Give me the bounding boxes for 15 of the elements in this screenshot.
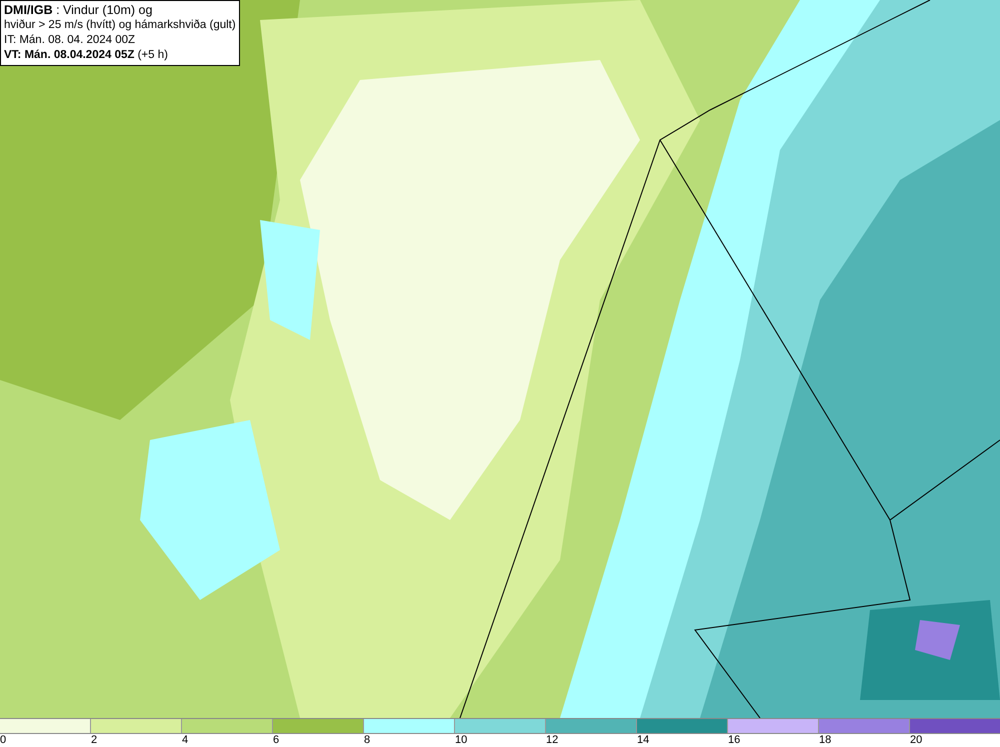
legend-label: 16 bbox=[728, 734, 740, 747]
legend-label: 0 bbox=[0, 734, 6, 747]
legend-label: 2 bbox=[91, 734, 98, 747]
legend-label: 12 bbox=[546, 734, 558, 747]
header-line: IT: Mán. 08. 04. 2024 00Z bbox=[4, 33, 136, 48]
header-line: DMI/IGB : Vindur (10m) og bbox=[4, 3, 154, 18]
legend-label: 10 bbox=[455, 734, 468, 747]
legend-label: 20 bbox=[910, 734, 922, 747]
legend-label: 6 bbox=[273, 734, 280, 747]
legend-label: 18 bbox=[819, 734, 832, 747]
legend-label: 14 bbox=[637, 734, 650, 747]
legend-label: 8 bbox=[364, 734, 370, 747]
legend-label: 4 bbox=[182, 734, 188, 747]
header-line: VT: Mán. 08.04.2024 05Z (+5 h) bbox=[4, 48, 169, 63]
header-line: hviður > 25 m/s (hvítt) og hámarkshviða (gult) bbox=[4, 18, 236, 33]
